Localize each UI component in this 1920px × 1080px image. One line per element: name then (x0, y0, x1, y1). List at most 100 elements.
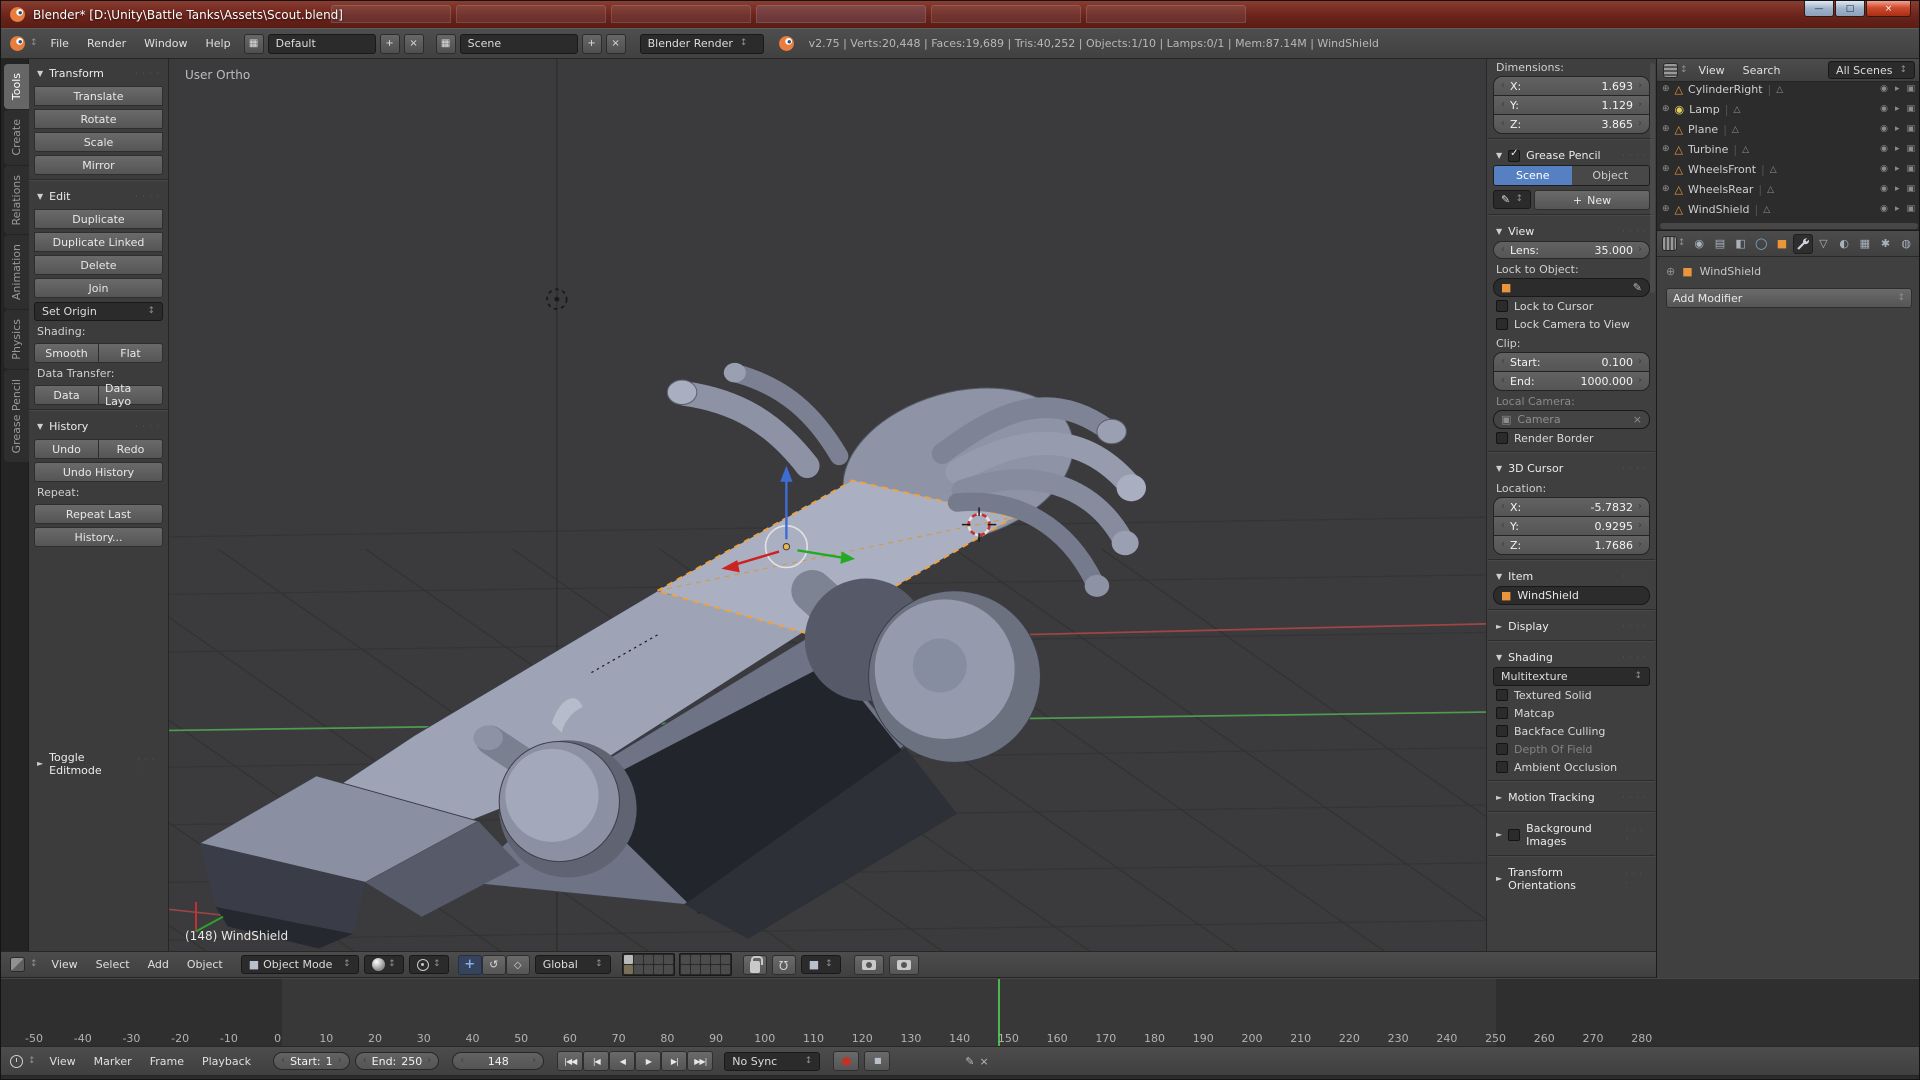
backface-culling-checkbox[interactable]: Backface Culling (1493, 722, 1650, 740)
editor-type-arrows-icon[interactable]: ↕ (30, 960, 38, 969)
edit-button[interactable]: Duplicate Linked (34, 232, 163, 252)
pivot-point-selector[interactable]: ↕ (409, 955, 449, 974)
transform-button[interactable]: Rotate (34, 109, 163, 129)
layer-dot[interactable] (644, 955, 653, 964)
mode-selector[interactable]: Object Mode↕ (241, 955, 359, 974)
disclosure-icon[interactable] (1662, 125, 1670, 134)
panel-header-view[interactable]: View (1493, 220, 1650, 241)
opengl-render-anim-button[interactable] (889, 955, 919, 975)
tool-shelf-tab[interactable]: Physics (4, 310, 29, 369)
editor-type-arrows-icon[interactable]: ↕ (30, 39, 38, 48)
outliner-scope-selector[interactable]: All Scenes↕ (1828, 61, 1915, 79)
renderability-icon[interactable] (1906, 105, 1915, 114)
insert-keyframe-icon[interactable] (965, 1056, 974, 1067)
layer-dot[interactable] (654, 955, 663, 964)
object-name[interactable]: WheelsRear (1688, 183, 1753, 196)
outliner-row[interactable]: WindShield (1657, 199, 1920, 219)
visibility-eye-icon[interactable] (1880, 165, 1888, 174)
current-frame-field[interactable]: 148 (452, 1052, 544, 1070)
set-origin-menu[interactable]: Set Origin↕ (34, 302, 163, 321)
exhaust-pipes-left[interactable] (667, 363, 839, 466)
selectability-icon[interactable] (1895, 205, 1900, 214)
layer-dot[interactable] (654, 965, 663, 974)
local-camera-picker[interactable]: Camera (1493, 410, 1650, 429)
menu-item[interactable]: View (43, 954, 87, 975)
tab-modifiers[interactable] (1793, 234, 1813, 254)
lock-object-picker[interactable] (1493, 278, 1650, 297)
object-name[interactable]: WheelsFront (1688, 163, 1756, 176)
menu-item[interactable]: File (42, 33, 78, 54)
lock-to-cursor-checkbox[interactable]: Lock to Cursor (1493, 297, 1650, 315)
panel-header-transform-orientations[interactable]: Transform Orientations (1493, 861, 1650, 895)
jump-to-start-button[interactable]: |◀◀ (557, 1051, 583, 1071)
timeline-scrub-area[interactable]: -50-40-30-20-100102030405060708090100110… (1, 978, 1920, 1047)
tool-shelf-tab[interactable]: Animation (4, 235, 29, 309)
disclosure-icon[interactable] (1662, 185, 1670, 194)
edit-button[interactable]: Duplicate (34, 209, 163, 229)
dimension-z-field[interactable]: Z:3.865 (1494, 115, 1649, 133)
cursor-z-field[interactable]: Z:1.7686 (1494, 536, 1649, 554)
outliner-row[interactable]: Turbine (1657, 139, 1920, 159)
tab-physics[interactable]: ◍ (1896, 234, 1916, 254)
lens-field[interactable]: Lens:35.000 (1493, 241, 1650, 259)
gp-scene-toggle[interactable]: Scene (1494, 166, 1572, 185)
disclosure-icon[interactable] (1662, 85, 1670, 94)
redo-button[interactable]: Redo (98, 439, 163, 459)
menu-item[interactable]: Select (87, 954, 139, 975)
layer-dot[interactable] (711, 955, 720, 964)
layer-dot[interactable] (691, 955, 700, 964)
visibility-eye-icon[interactable] (1880, 145, 1888, 154)
object-name[interactable]: WindShield (1688, 203, 1749, 216)
titlebar[interactable]: Blender* [D:\Unity\Battle Tanks\Assets\S… (1, 1, 1920, 28)
layer-dot[interactable] (664, 955, 673, 964)
play-button[interactable]: ▶ (635, 1051, 661, 1071)
selectability-icon[interactable] (1895, 185, 1900, 194)
clear-icon[interactable] (1633, 414, 1642, 425)
ambient-occlusion-checkbox[interactable]: Ambient Occlusion (1493, 758, 1650, 776)
opengl-render-button[interactable] (854, 955, 884, 975)
jump-to-next-keyframe-button[interactable]: ▶| (661, 1051, 687, 1071)
outliner-row[interactable]: Lamp (1657, 99, 1920, 119)
renderability-icon[interactable] (1906, 165, 1915, 174)
maximize-button[interactable]: □ (1835, 1, 1865, 17)
transform-button[interactable]: Translate (34, 86, 163, 106)
frame-end-field[interactable]: End:250 (355, 1052, 440, 1070)
manipulator-rotate-button[interactable] (482, 955, 506, 975)
panel-header-shading[interactable]: Shading (1493, 646, 1650, 667)
viewport-3d[interactable]: User Ortho (148) WindShield (169, 59, 1486, 951)
undo-button[interactable]: Undo (34, 439, 99, 459)
manipulator-translate-button[interactable] (458, 955, 482, 975)
layer-dot[interactable] (681, 955, 690, 964)
layer-dot[interactable] (691, 965, 700, 974)
tab-object-data[interactable]: ▽ (1814, 234, 1834, 254)
delete-scene-button[interactable] (606, 34, 626, 54)
layer-group-2[interactable] (679, 953, 732, 976)
layer-dot[interactable] (634, 955, 643, 964)
renderability-icon[interactable] (1906, 125, 1915, 134)
visibility-eye-icon[interactable] (1880, 185, 1888, 194)
editor-type-arrows-icon[interactable]: ↕ (1678, 239, 1686, 248)
editor-type-arrows-icon[interactable]: ↕ (28, 1057, 36, 1066)
object-name[interactable]: Plane (1688, 123, 1718, 136)
layer-dot[interactable] (721, 965, 730, 974)
shade-flat-button[interactable]: Flat (98, 343, 163, 363)
exhaust-pipes-right[interactable] (942, 408, 1146, 597)
menu-item[interactable]: Marker (85, 1051, 141, 1072)
shade-smooth-button[interactable]: Smooth (34, 343, 99, 363)
panel-header-edit[interactable]: Edit (34, 185, 163, 206)
editor-type-icon[interactable] (10, 957, 25, 972)
menu-item[interactable]: Object (178, 954, 232, 975)
dimension-y-field[interactable]: Y:1.129 (1494, 96, 1649, 114)
menu-item[interactable]: Search (1734, 60, 1790, 81)
add-modifier-button[interactable]: Add Modifier↕ (1666, 288, 1912, 308)
properties-editor-icon[interactable] (1662, 236, 1677, 251)
gp-new-button[interactable]: New (1534, 190, 1650, 210)
manipulator-scale-button[interactable] (506, 955, 530, 975)
visibility-eye-icon[interactable] (1880, 125, 1888, 134)
scene-selector[interactable]: Scene (460, 34, 578, 54)
menu-item[interactable]: View (41, 1051, 85, 1072)
panel-header-display[interactable]: Display (1493, 615, 1650, 636)
disclosure-icon[interactable] (1662, 165, 1670, 174)
layer-dot[interactable] (701, 965, 710, 974)
screen-layout-browse-button[interactable]: ▦ (244, 34, 264, 54)
